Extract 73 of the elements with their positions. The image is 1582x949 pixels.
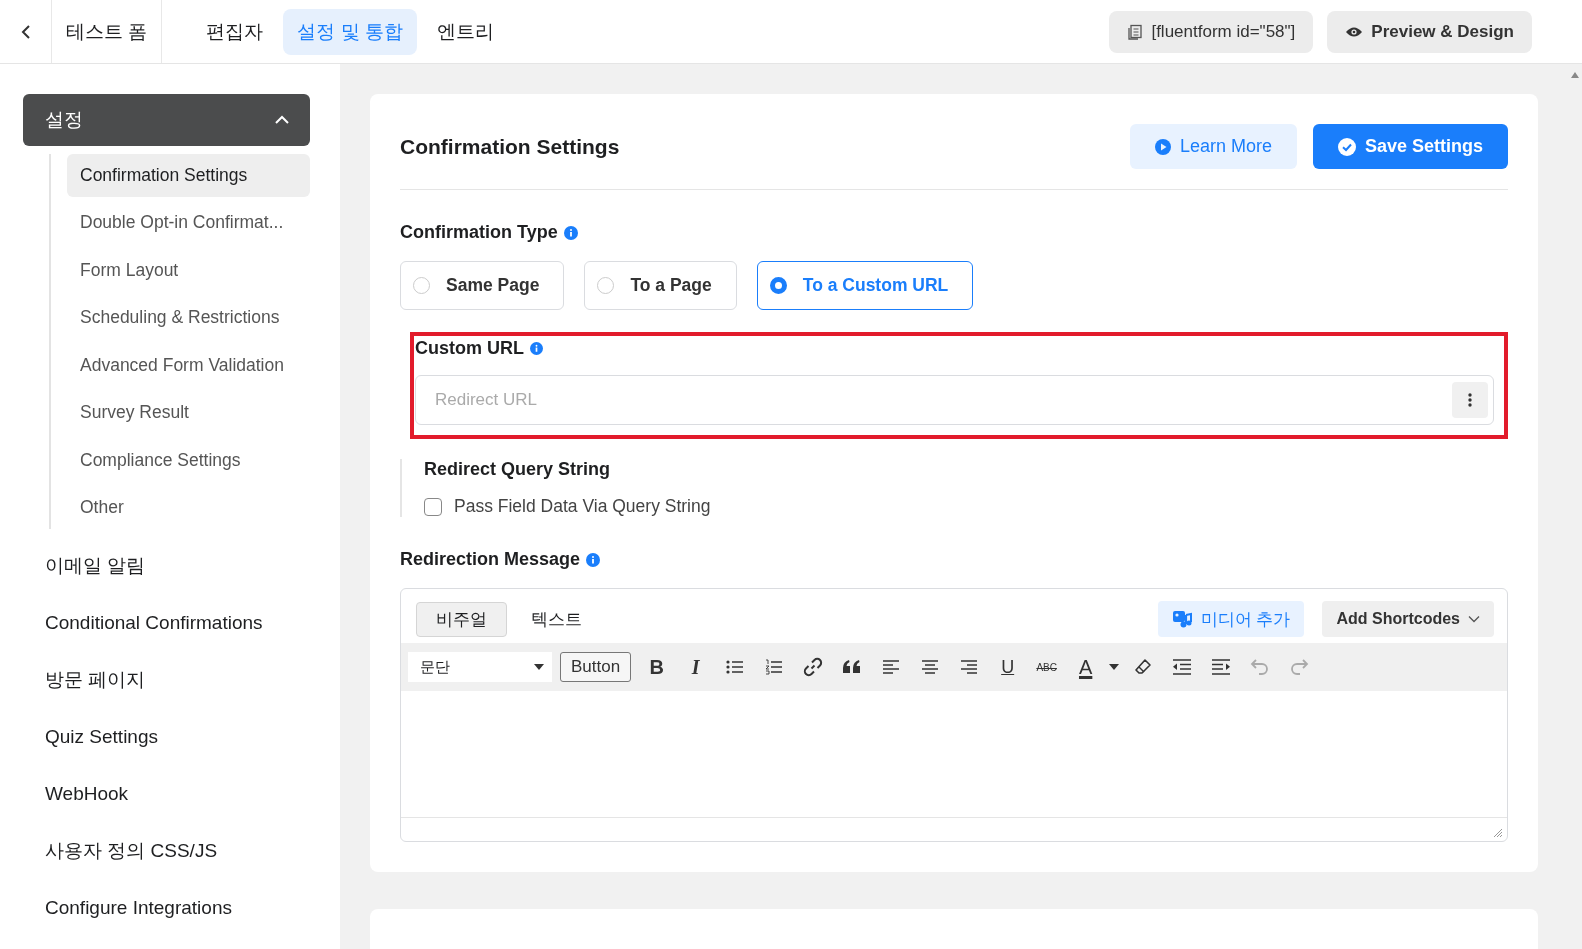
text-color-button[interactable]: A bbox=[1068, 650, 1104, 684]
info-icon bbox=[530, 342, 543, 355]
info-icon bbox=[586, 552, 601, 567]
align-right-icon bbox=[959, 659, 978, 675]
card-title: Confirmation Settings bbox=[400, 134, 620, 159]
sidebar-item[interactable]: Configure Integrations bbox=[23, 879, 310, 936]
radio-option[interactable]: Same Page bbox=[400, 261, 565, 310]
radio-option[interactable]: To a Custom URL bbox=[756, 261, 974, 310]
link-icon bbox=[802, 657, 823, 677]
sidebar-item[interactable]: Conditional Confirmations bbox=[23, 594, 310, 651]
sidebar-subitem[interactable]: Survey Result bbox=[67, 391, 310, 434]
vertical-dots-icon bbox=[1468, 392, 1472, 408]
sidebar-subitem[interactable]: Confirmation Settings bbox=[67, 154, 310, 197]
scroll-up-arrow-icon[interactable] bbox=[1571, 72, 1579, 78]
align-left-icon bbox=[881, 659, 900, 675]
add-shortcodes-dropdown[interactable]: Add Shortcodes bbox=[1322, 601, 1494, 637]
underline-button[interactable]: U bbox=[990, 650, 1026, 684]
sidebar-item[interactable]: 이메일 알림 bbox=[23, 537, 310, 594]
sidebar-subitem[interactable]: Double Opt-in Confirmat... bbox=[67, 201, 310, 244]
sidebar-item[interactable]: WebHook bbox=[23, 765, 310, 822]
preview-design-button[interactable]: Preview & Design bbox=[1327, 10, 1532, 53]
info-icon bbox=[563, 225, 578, 240]
form-name: 테스트 폼 bbox=[52, 0, 163, 63]
chevron-icon bbox=[274, 115, 290, 125]
add-media-button[interactable]: 미디어 추가 bbox=[1157, 601, 1305, 637]
dropdown-triangle-icon bbox=[534, 664, 544, 670]
numbered-list-icon bbox=[764, 659, 783, 675]
undo-icon bbox=[1249, 658, 1270, 676]
redirect-url-field[interactable]: Redirect URL bbox=[415, 375, 1494, 425]
redo-icon bbox=[1288, 658, 1309, 676]
shortcode-button[interactable]: [fluentform id="58"] bbox=[1109, 10, 1314, 53]
dropdown-triangle-icon bbox=[1109, 664, 1120, 670]
back-chevron-icon bbox=[19, 23, 32, 40]
sidebar-group-header[interactable]: 설정 bbox=[23, 94, 310, 146]
play-icon bbox=[1154, 138, 1171, 155]
button-insert-button[interactable]: Button bbox=[560, 652, 632, 682]
field-label: Custom URL bbox=[415, 338, 524, 359]
eye-icon bbox=[1345, 25, 1364, 38]
sidebar-item[interactable]: 방문 페이지 bbox=[23, 651, 310, 708]
align-center-icon bbox=[920, 659, 939, 675]
sidebar-subitem[interactable]: Advanced Form Validation bbox=[67, 344, 310, 387]
media-icon bbox=[1171, 609, 1194, 629]
copy-icon bbox=[1127, 23, 1144, 40]
outdent-icon bbox=[1171, 659, 1192, 675]
sidebar-subitem[interactable]: Scheduling & Restrictions bbox=[67, 296, 310, 339]
editor-tab[interactable]: 비주얼 bbox=[416, 601, 507, 637]
eraser-icon bbox=[1133, 658, 1152, 676]
indent-icon bbox=[1210, 659, 1231, 675]
top-tab[interactable]: 엔트리 bbox=[422, 8, 508, 55]
sidebar-subitem[interactable]: Form Layout bbox=[67, 249, 310, 292]
quote-icon bbox=[841, 659, 862, 675]
paragraph-format-select[interactable]: 문단 bbox=[408, 652, 552, 682]
sidebar-subitem[interactable]: Other bbox=[67, 486, 310, 529]
checkbox[interactable] bbox=[424, 497, 442, 516]
checkbox-label: Pass Field Data Via Query String bbox=[454, 496, 711, 517]
bullet-list-icon bbox=[725, 659, 744, 675]
strikethrough-button[interactable]: ABC bbox=[1029, 650, 1065, 684]
bold-button[interactable]: B bbox=[639, 650, 675, 684]
italic-button[interactable]: I bbox=[678, 650, 714, 684]
check-circle-icon bbox=[1337, 137, 1356, 156]
more-options-button[interactable] bbox=[1452, 382, 1488, 418]
field-label: Confirmation Type bbox=[400, 222, 558, 243]
top-tab[interactable]: 편집자 bbox=[192, 8, 278, 55]
caret-icon bbox=[1468, 615, 1480, 623]
radio-option[interactable]: To a Page bbox=[584, 261, 737, 310]
editor-tab[interactable]: 텍스트 bbox=[511, 601, 602, 637]
sidebar-item[interactable]: Quiz Settings bbox=[23, 708, 310, 765]
resize-handle-icon[interactable] bbox=[1493, 828, 1503, 838]
sidebar-item[interactable]: 사용자 정의 CSS/JS bbox=[23, 822, 310, 879]
save-settings-button[interactable]: Save Settings bbox=[1312, 124, 1508, 169]
sidebar-subitem[interactable]: Compliance Settings bbox=[67, 439, 310, 482]
field-label: Redirection Message bbox=[400, 549, 581, 570]
field-label: Redirect Query String bbox=[424, 459, 611, 480]
